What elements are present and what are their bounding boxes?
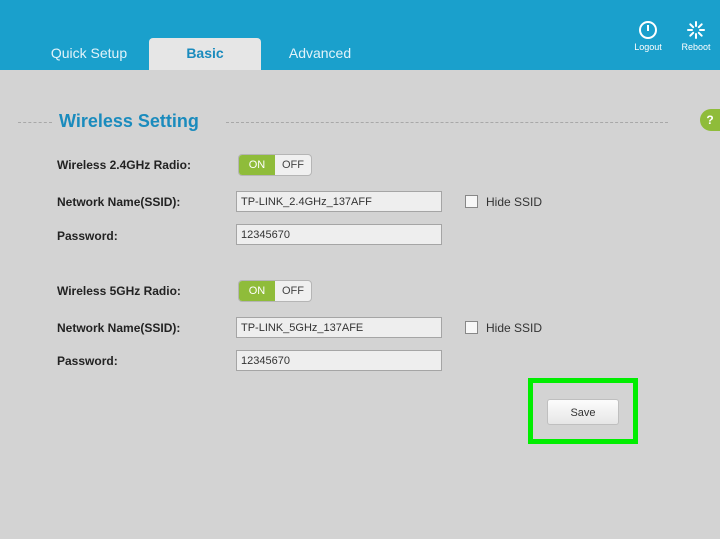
- logout-label: Logout: [634, 42, 662, 52]
- ssid-24-input[interactable]: TP-LINK_2.4GHz_137AFF: [236, 191, 442, 212]
- ssid-5-input[interactable]: TP-LINK_5GHz_137AFE: [236, 317, 442, 338]
- tab-basic[interactable]: Basic: [149, 38, 261, 70]
- hide-ssid-24-checkbox[interactable]: Hide SSID: [465, 195, 542, 209]
- radio-24-toggle[interactable]: ON OFF: [238, 154, 312, 176]
- section-title: Wireless Setting: [57, 111, 201, 132]
- password-24-label: Password:: [57, 229, 118, 243]
- section-divider-left: [18, 122, 52, 123]
- radio-5-toggle[interactable]: ON OFF: [238, 280, 312, 302]
- save-button[interactable]: Save: [547, 399, 619, 425]
- password-5-input[interactable]: 12345670: [236, 350, 442, 371]
- tab-quick-setup[interactable]: Quick Setup: [30, 38, 148, 70]
- checkbox-icon[interactable]: [465, 321, 478, 334]
- toggle-off[interactable]: OFF: [275, 155, 311, 175]
- ssid-5-label: Network Name(SSID):: [57, 321, 181, 335]
- top-nav-bar: Quick Setup Basic Advanced Logout Reboot: [0, 0, 720, 70]
- reboot-label: Reboot: [681, 42, 711, 52]
- reboot-button[interactable]: Reboot: [671, 20, 720, 52]
- hide-ssid-label: Hide SSID: [486, 195, 543, 209]
- ssid-24-label: Network Name(SSID):: [57, 195, 181, 209]
- section-divider-right: [226, 122, 668, 123]
- radio-5-label: Wireless 5GHz Radio:: [57, 284, 181, 298]
- help-button[interactable]: ?: [700, 109, 720, 131]
- toggle-on[interactable]: ON: [239, 281, 275, 301]
- tab-advanced[interactable]: Advanced: [262, 38, 378, 70]
- toggle-off[interactable]: OFF: [275, 281, 311, 301]
- checkbox-icon[interactable]: [465, 195, 478, 208]
- hide-ssid-5-checkbox[interactable]: Hide SSID: [465, 321, 542, 335]
- password-5-label: Password:: [57, 354, 118, 368]
- radio-24-label: Wireless 2.4GHz Radio:: [57, 158, 191, 172]
- power-icon: [639, 21, 657, 39]
- toggle-on[interactable]: ON: [239, 155, 275, 175]
- logout-button[interactable]: Logout: [623, 20, 673, 52]
- hide-ssid-label: Hide SSID: [486, 321, 543, 335]
- reboot-icon: [687, 21, 705, 39]
- password-24-input[interactable]: 12345670: [236, 224, 442, 245]
